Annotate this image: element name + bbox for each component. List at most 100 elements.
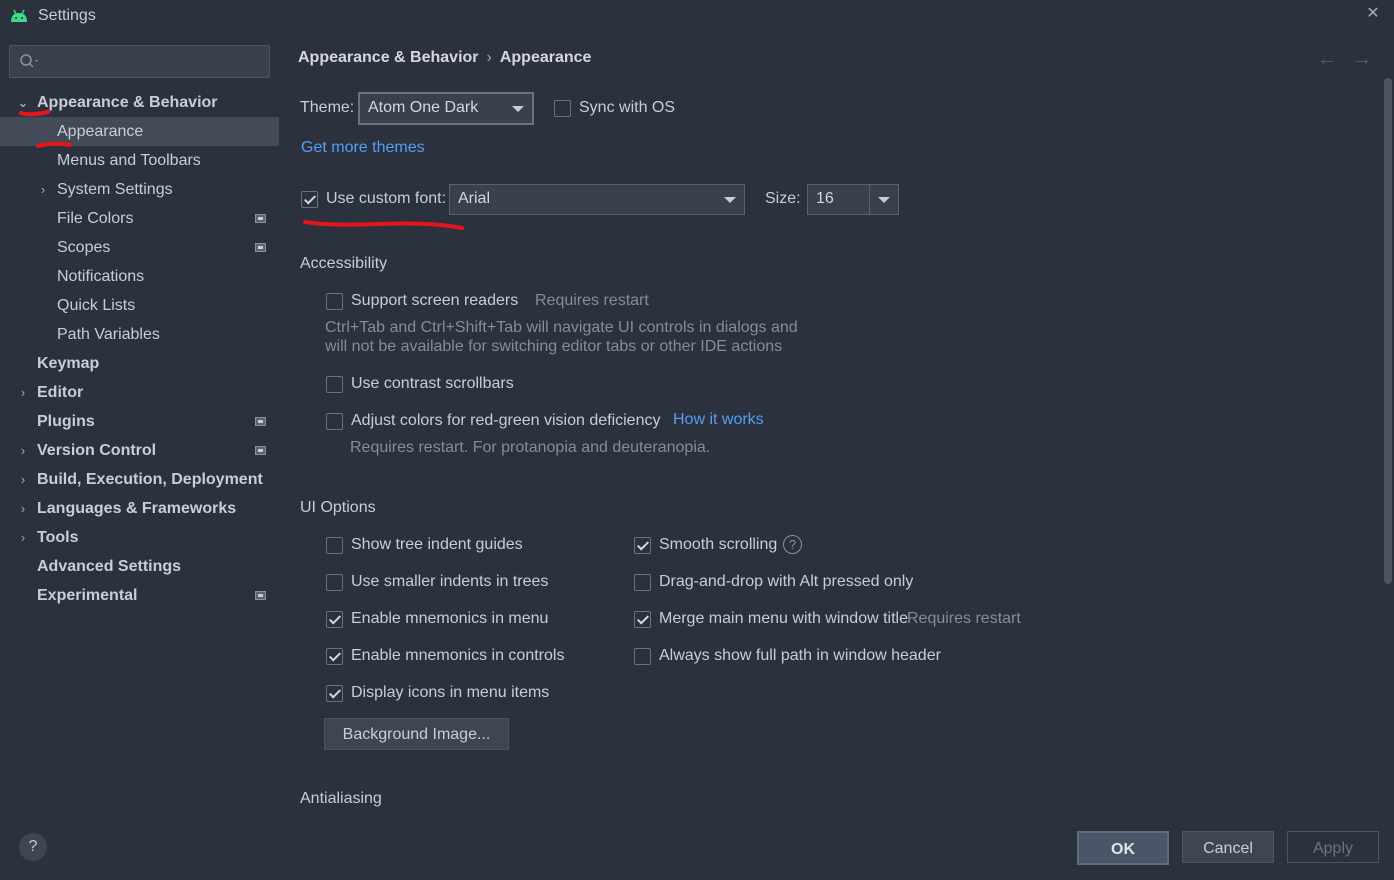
sidebar-item-label: Languages & Frameworks (37, 500, 237, 517)
sidebar-item-tools[interactable]: › Tools (0, 523, 279, 552)
option-label: Show tree indent guides (351, 536, 523, 553)
custom-font-checkbox[interactable] (301, 191, 318, 208)
sidebar-item-label: Experimental (37, 587, 138, 604)
breadcrumb-separator: › (486, 49, 492, 66)
sidebar-item-quick-lists[interactable]: Quick Lists (0, 291, 279, 320)
option-label: Enable mnemonics in controls (351, 647, 565, 664)
sidebar-item-label: Path Variables (57, 326, 160, 343)
search-icon (20, 54, 38, 68)
accessibility-heading: Accessibility (300, 255, 388, 272)
chevron-down-icon: ⌄ (17, 95, 29, 110)
ui-options-heading: UI Options (300, 499, 376, 516)
color-deficiency-label: Adjust colors for red-green vision defic… (351, 412, 661, 429)
apply-button[interactable]: Apply (1287, 831, 1379, 863)
antialiasing-heading: Antialiasing (300, 790, 382, 807)
chevron-right-icon: › (40, 182, 46, 197)
forward-arrow-icon[interactable]: → (1352, 48, 1372, 71)
sidebar-item-label: File Colors (57, 210, 134, 227)
dropdown-arrow-icon (724, 197, 736, 203)
option-label: Drag-and-drop with Alt pressed only (659, 573, 914, 590)
screen-readers-note: Requires restart (535, 292, 649, 309)
color-deficiency-checkbox[interactable] (326, 413, 343, 430)
window-title: Settings (38, 7, 96, 24)
sidebar-item-label: Version Control (37, 442, 157, 459)
theme-dropdown[interactable]: Atom One Dark (358, 92, 534, 125)
sidebar-item-keymap[interactable]: Keymap (0, 349, 279, 378)
sidebar-item-label: Appearance & Behavior (37, 94, 218, 111)
project-level-icon (255, 214, 266, 223)
mnemonics-controls-checkbox[interactable] (326, 648, 343, 665)
screen-readers-description: Ctrl+Tab and Ctrl+Shift+Tab will navigat… (325, 319, 798, 336)
smaller-indents-checkbox[interactable] (326, 574, 343, 591)
chevron-right-icon: › (20, 472, 26, 487)
sidebar-item-appearance-behavior[interactable]: ⌄ Appearance & Behavior (0, 88, 279, 117)
mnemonics-menu-checkbox[interactable] (326, 611, 343, 628)
color-deficiency-note: Requires restart. For protanopia and deu… (350, 439, 711, 456)
theme-label: Theme: (300, 99, 355, 116)
option-label: Always show full path in window header (659, 647, 941, 664)
combobox-divider (869, 185, 870, 214)
sidebar-item-label: Keymap (37, 355, 100, 372)
size-label: Size: (765, 190, 801, 207)
sidebar-item-label: Advanced Settings (37, 558, 182, 575)
tree-indent-guides-checkbox[interactable] (326, 537, 343, 554)
full-path-checkbox[interactable] (634, 648, 651, 665)
theme-dropdown-value: Atom One Dark (368, 99, 479, 116)
sync-os-checkbox[interactable] (554, 100, 571, 117)
title-bar (0, 0, 1394, 34)
sidebar-item-scopes[interactable]: Scopes (0, 233, 279, 262)
smooth-scrolling-checkbox[interactable] (634, 537, 651, 554)
sidebar-item-system-settings[interactable]: › System Settings (0, 175, 279, 204)
option-label: Use smaller indents in trees (351, 573, 549, 590)
android-icon (11, 9, 27, 22)
merge-menu-checkbox[interactable] (634, 611, 651, 628)
sidebar-item-label: Notifications (57, 268, 145, 285)
sidebar-item-label: Quick Lists (57, 297, 136, 314)
sidebar-item-version-control[interactable]: › Version Control (0, 436, 279, 465)
contrast-scrollbars-label: Use contrast scrollbars (351, 375, 514, 392)
size-combobox[interactable]: 16 (807, 184, 899, 215)
sidebar-item-notifications[interactable]: Notifications (0, 262, 279, 291)
help-icon[interactable]: ? (783, 535, 802, 554)
ok-button[interactable]: OK (1077, 831, 1169, 865)
drag-drop-alt-checkbox[interactable] (634, 574, 651, 591)
search-input[interactable] (9, 45, 270, 78)
contrast-scrollbars-checkbox[interactable] (326, 376, 343, 393)
breadcrumb-parent: Appearance & Behavior (298, 49, 479, 66)
help-button[interactable]: ? (19, 833, 47, 861)
project-level-icon (255, 591, 266, 600)
sidebar-item-label: Plugins (37, 413, 95, 430)
sidebar-item-advanced-settings[interactable]: Advanced Settings (0, 552, 279, 581)
sidebar-item-build[interactable]: › Build, Execution, Deployment (0, 465, 279, 494)
sync-os-label: Sync with OS (579, 99, 676, 116)
sidebar-item-languages[interactable]: › Languages & Frameworks (0, 494, 279, 523)
sidebar-item-path-variables[interactable]: Path Variables (0, 320, 279, 349)
custom-font-label: Use custom font: (326, 190, 447, 207)
sidebar-item-file-colors[interactable]: File Colors (0, 204, 279, 233)
font-dropdown[interactable]: Arial (449, 184, 745, 215)
sidebar-item-label: Build, Execution, Deployment (37, 471, 263, 488)
close-icon[interactable]: ✕ (1364, 5, 1382, 23)
background-image-button[interactable]: Background Image... (324, 718, 509, 750)
cancel-button[interactable]: Cancel (1182, 831, 1274, 863)
screen-readers-checkbox[interactable] (326, 293, 343, 310)
sidebar-item-editor[interactable]: › Editor (0, 378, 279, 407)
project-level-icon (255, 243, 266, 252)
sidebar-item-menus-toolbars[interactable]: Menus and Toolbars (0, 146, 279, 175)
sidebar-item-label: Menus and Toolbars (57, 152, 201, 169)
option-label: Enable mnemonics in menu (351, 610, 549, 627)
sidebar-item-label: System Settings (57, 181, 173, 198)
back-arrow-icon[interactable]: ← (1317, 48, 1337, 71)
chevron-right-icon: › (20, 385, 26, 400)
sidebar-item-plugins[interactable]: Plugins (0, 407, 279, 436)
sidebar-item-label: Tools (37, 529, 79, 546)
menu-icons-checkbox[interactable] (326, 685, 343, 702)
how-it-works-link[interactable]: How it works (673, 411, 764, 429)
breadcrumb: Appearance & Behavior › Appearance (298, 49, 591, 67)
sidebar-item-experimental[interactable]: Experimental (0, 581, 279, 610)
sidebar-item-label: Editor (37, 384, 84, 401)
sidebar-item-appearance[interactable]: Appearance (0, 117, 279, 146)
get-more-themes-link[interactable]: Get more themes (301, 139, 425, 157)
breadcrumb-current: Appearance (499, 49, 592, 66)
scrollbar[interactable] (1384, 78, 1392, 584)
